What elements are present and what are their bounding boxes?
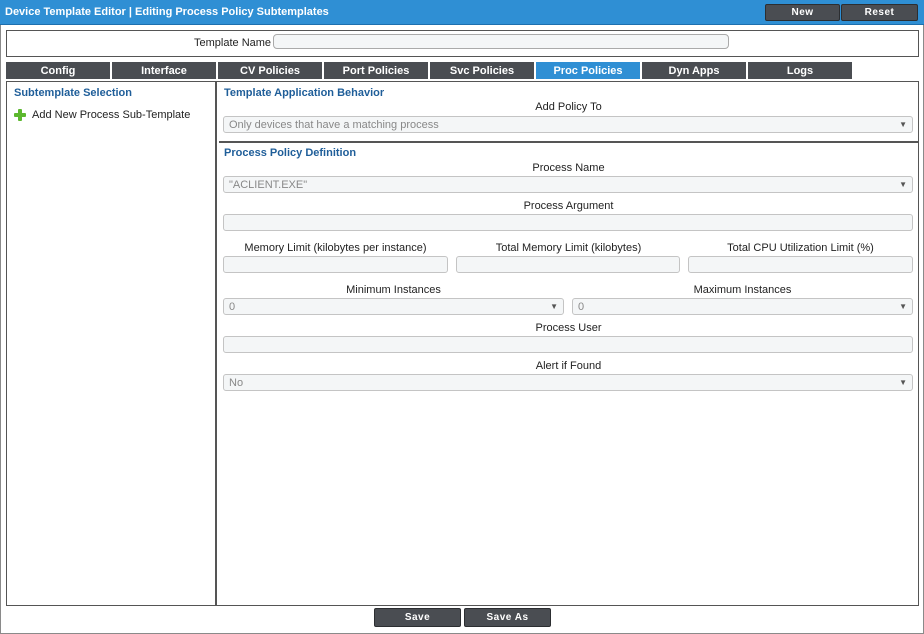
add-process-subtemplate-link[interactable]: Add New Process Sub-Template	[13, 108, 190, 122]
chevron-down-icon: ▼	[899, 302, 907, 311]
definition-heading: Process Policy Definition	[224, 147, 357, 159]
alert-if-found-label: Alert if Found	[535, 360, 602, 372]
save-as-button[interactable]: Save As	[464, 608, 551, 627]
maximum-instances-select[interactable]: 0 ▼	[572, 298, 913, 315]
main-panel: Subtemplate Selection Add New Process Su…	[6, 81, 919, 606]
tab-interface[interactable]: Interface	[112, 62, 217, 79]
add-policy-to-label: Add Policy To	[535, 101, 602, 113]
subtemplate-selection-panel: Subtemplate Selection Add New Process Su…	[7, 82, 217, 605]
policy-panel: Template Application Behavior Add Policy…	[219, 82, 918, 605]
title-bar: Device Template Editor | Editing Process…	[0, 0, 924, 25]
subtemplate-selection-heading: Subtemplate Selection	[14, 87, 132, 99]
memory-limit-input[interactable]	[223, 256, 448, 273]
tab-config[interactable]: Config	[6, 62, 111, 79]
alert-if-found-value: No	[229, 376, 244, 389]
reset-button[interactable]: Reset	[841, 4, 918, 21]
total-memory-limit-input[interactable]	[456, 256, 680, 273]
window-title: Device Template Editor | Editing Process…	[5, 6, 329, 18]
chevron-down-icon: ▼	[550, 302, 558, 311]
chevron-down-icon: ▼	[899, 120, 907, 129]
cpu-limit-input[interactable]	[688, 256, 913, 273]
tab-dyn-apps[interactable]: Dyn Apps	[642, 62, 747, 79]
tab-logs[interactable]: Logs	[748, 62, 853, 79]
process-name-select[interactable]: "ACLIENT.EXE" ▼	[223, 176, 913, 193]
tab-proc-policies[interactable]: Proc Policies	[536, 62, 641, 79]
minimum-instances-label: Minimum Instances	[346, 284, 441, 296]
new-button[interactable]: New	[765, 4, 840, 21]
process-name-value: "ACLIENT.EXE"	[229, 178, 308, 191]
template-name-input[interactable]	[273, 34, 729, 49]
maximum-instances-label: Maximum Instances	[693, 284, 792, 296]
chevron-down-icon: ▼	[899, 180, 907, 189]
process-user-input[interactable]	[223, 336, 913, 353]
add-process-subtemplate-label: Add New Process Sub-Template	[32, 109, 191, 121]
alert-if-found-select[interactable]: No ▼	[223, 374, 913, 391]
add-policy-to-value: Only devices that have a matching proces…	[229, 118, 439, 131]
section-divider	[219, 141, 918, 143]
template-name-label: Template Name	[194, 37, 272, 49]
save-button[interactable]: Save	[374, 608, 461, 627]
total-memory-limit-label: Total Memory Limit (kilobytes)	[495, 242, 642, 254]
process-argument-input[interactable]	[223, 214, 913, 231]
behavior-heading: Template Application Behavior	[224, 87, 385, 99]
process-user-label: Process User	[535, 322, 602, 334]
tab-cv-policies[interactable]: CV Policies	[218, 62, 323, 79]
minimum-instances-value: 0	[229, 300, 236, 313]
minimum-instances-select[interactable]: 0 ▼	[223, 298, 564, 315]
memory-limit-label: Memory Limit (kilobytes per instance)	[244, 242, 427, 254]
maximum-instances-value: 0	[578, 300, 585, 313]
add-policy-to-select[interactable]: Only devices that have a matching proces…	[223, 116, 913, 133]
process-name-label: Process Name	[532, 162, 605, 174]
tab-port-policies[interactable]: Port Policies	[324, 62, 429, 79]
cpu-limit-label: Total CPU Utilization Limit (%)	[727, 242, 874, 254]
chevron-down-icon: ▼	[899, 378, 907, 387]
tab-svc-policies[interactable]: Svc Policies	[430, 62, 535, 79]
process-argument-label: Process Argument	[523, 200, 614, 212]
plus-icon	[13, 108, 27, 122]
